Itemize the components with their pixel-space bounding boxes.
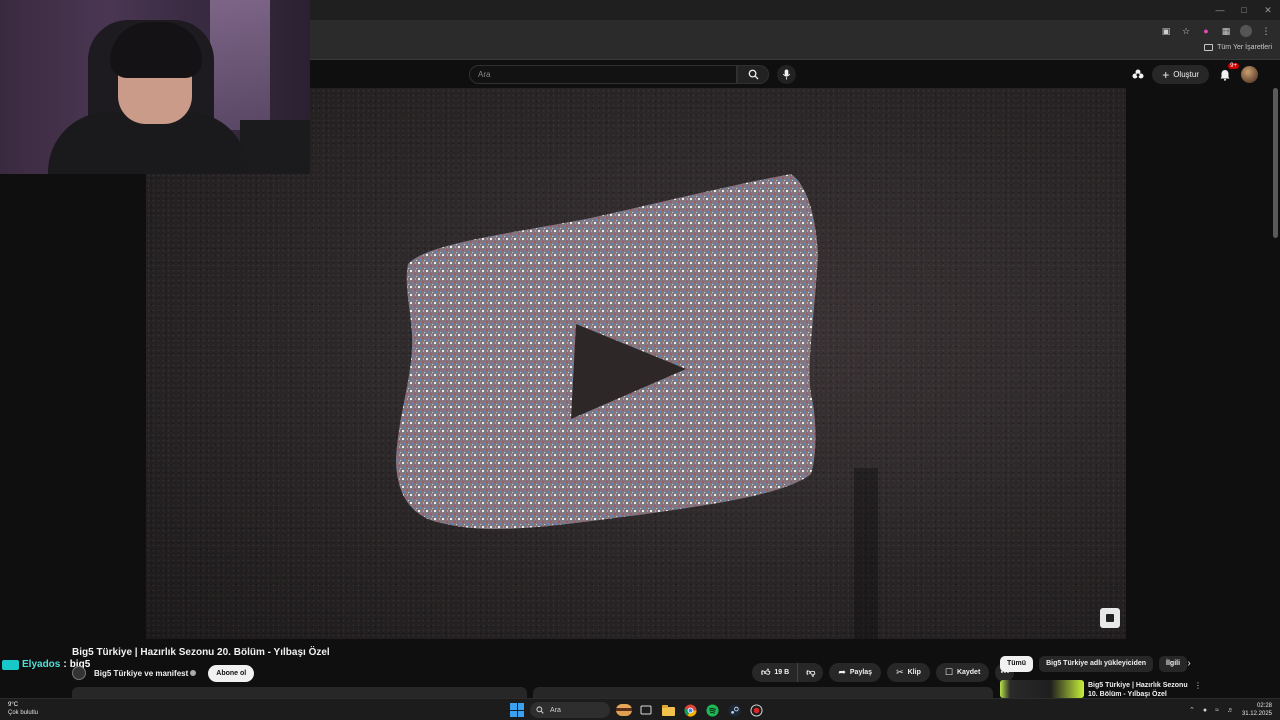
like-count: 19 B (774, 669, 790, 676)
recording-app-icon[interactable] (748, 702, 764, 718)
plus-icon: + (1162, 67, 1170, 82)
recommended-title[interactable]: Big5 Türkiye | Hazırlık Sezonu 10. Bölüm… (1088, 681, 1192, 699)
weather-temp: 9°C (8, 702, 19, 708)
extension-flower-icon[interactable] (1132, 69, 1144, 81)
system-tray: ⌃ ● ≈ ♬ 02:28 31.12.2025 (1189, 701, 1272, 719)
chip-all[interactable]: Tümü (1000, 655, 1034, 672)
chevron-right-icon[interactable]: › (1183, 657, 1195, 669)
video-actions: 👍︎ 19 B 👎︎ ➦ Paylaş ✂ Klip ☐ Kaydet ⋯ (752, 663, 1015, 682)
kebab-menu-icon[interactable]: ⋮ (1194, 681, 1202, 690)
voice-search-button[interactable] (777, 65, 796, 84)
maximize-icon[interactable]: □ (1232, 0, 1256, 20)
chip-from-uploader[interactable]: Big5 Türkiye adlı yükleyiciden (1039, 655, 1154, 672)
wifi-icon[interactable]: ≈ (1215, 707, 1219, 714)
verified-icon (190, 670, 197, 677)
webcam-overlay (0, 0, 310, 174)
create-label: Oluştur (1173, 70, 1199, 79)
save-button[interactable]: ☐ Kaydet (935, 663, 990, 682)
video-info: Elyados : big5 Big5 Türkiye | Hazırlık S… (0, 640, 1280, 698)
dislike-icon: 👎︎ (806, 667, 816, 677)
channel-row: Big5 Türkiye ve manifest Abone ol (72, 664, 255, 682)
window-controls: — □ ✕ (1208, 0, 1280, 20)
task-view-icon[interactable] (638, 702, 654, 718)
clock-date: 31.12.2025 (1241, 711, 1272, 717)
video-shadow (854, 468, 878, 639)
bell-icon (1220, 69, 1230, 81)
chevron-up-icon[interactable]: ⌃ (1189, 706, 1195, 714)
share-icon: ➦ (838, 667, 846, 677)
account-avatar[interactable] (1241, 66, 1258, 83)
all-bookmarks-label: Tüm Yer İşaretleri (1217, 44, 1272, 51)
description-box[interactable] (72, 687, 527, 698)
file-explorer-icon[interactable] (660, 702, 676, 718)
miniplayer-button[interactable] (1100, 608, 1120, 628)
notification-badge: 9+ (1228, 62, 1239, 69)
taskbar-search[interactable]: Ara (530, 702, 610, 718)
profile-icon[interactable] (1238, 23, 1254, 39)
recommended-thumbnail[interactable] (1000, 680, 1084, 698)
like-button[interactable]: 👍︎ 19 B (752, 663, 798, 682)
recommended-video[interactable]: Big5 Türkiye | Hazırlık Sezonu 10. Bölüm… (1000, 680, 1210, 698)
share-label: Paylaş (849, 669, 873, 676)
clip-button[interactable]: ✂ Klip (887, 663, 930, 682)
search-button[interactable] (737, 65, 769, 84)
webcam-person-hair (110, 22, 202, 78)
volume-icon[interactable]: ♬ (1227, 707, 1234, 714)
share-button[interactable]: ➦ Paylaş (829, 663, 882, 682)
clip-label: Klip (907, 669, 921, 676)
burger-icon (616, 704, 632, 716)
chrome-icon[interactable] (682, 702, 698, 718)
taskbar-burger-app[interactable] (616, 702, 632, 718)
save-label: Kaydet (956, 669, 981, 676)
star-icon[interactable]: ☆ (1178, 23, 1194, 39)
like-icon: 👍︎ (761, 667, 771, 677)
minimize-icon[interactable]: — (1208, 0, 1232, 20)
header-actions: + Oluştur 9+ (1132, 62, 1258, 84)
channel-name[interactable]: Big5 Türkiye ve manifest (94, 669, 197, 678)
webcam-wall (210, 0, 270, 130)
channel-avatar[interactable] (72, 666, 86, 680)
search-icon (536, 706, 544, 714)
all-bookmarks-button[interactable]: Tüm Yer İşaretleri (1204, 44, 1272, 51)
clock-time: 02:28 (1256, 703, 1272, 709)
windows-start-icon[interactable] (510, 703, 524, 717)
search-icon (748, 69, 759, 80)
create-button[interactable]: + Oluştur (1152, 65, 1209, 84)
stream-separator: : (63, 659, 67, 670)
install-app-icon[interactable]: ▣ (1158, 23, 1174, 39)
mic-icon[interactable]: ● (1203, 707, 1207, 714)
puzzle-icon[interactable]: ▦ (1218, 23, 1234, 39)
comments-box[interactable] (533, 687, 993, 698)
close-icon[interactable]: ✕ (1256, 0, 1280, 20)
taskbar-search-label: Ara (550, 706, 561, 714)
page-scrollbar[interactable] (1273, 88, 1278, 238)
clock[interactable]: 02:28 31.12.2025 (1242, 702, 1272, 718)
steam-icon[interactable] (726, 702, 742, 718)
kick-logo-icon (2, 659, 19, 670)
notifications-button[interactable]: 9+ (1217, 62, 1239, 83)
webcam-shelf (240, 120, 310, 174)
dislike-button[interactable]: 👎︎ (797, 663, 824, 682)
subscribe-button[interactable]: Abone ol (208, 664, 255, 682)
mic-icon (782, 69, 791, 80)
spotify-icon[interactable] (704, 702, 720, 718)
streamer-name: Elyados (22, 659, 61, 670)
scissors-icon: ✂ (896, 667, 904, 677)
weather-widget[interactable]: 9°C Çok bulutlu (8, 701, 38, 717)
save-icon: ☐ (944, 667, 953, 677)
folder-icon (1204, 44, 1214, 51)
toolbar-icons: ▣ ☆ ● ▦ ⋮ (1158, 20, 1274, 42)
extension-icon[interactable]: ● (1198, 23, 1214, 39)
search-input[interactable]: Ara (469, 65, 737, 84)
video-title: Big5 Türkiye | Hazırlık Sezonu 20. Bölüm… (72, 647, 330, 658)
taskbar-apps: Ara (510, 701, 764, 719)
related-chips: Tümü Big5 Türkiye adlı yükleyiciden İlgi… (1000, 655, 1188, 672)
youtube-logo-artwork (396, 174, 818, 530)
windows-taskbar: 9°C Çok bulutlu Ara ⌃ ● ≈ ♬ 02:28 31.12.… (0, 698, 1280, 720)
kebab-menu-icon[interactable]: ⋮ (1258, 23, 1274, 39)
weather-desc: Çok bulutlu (8, 710, 39, 716)
